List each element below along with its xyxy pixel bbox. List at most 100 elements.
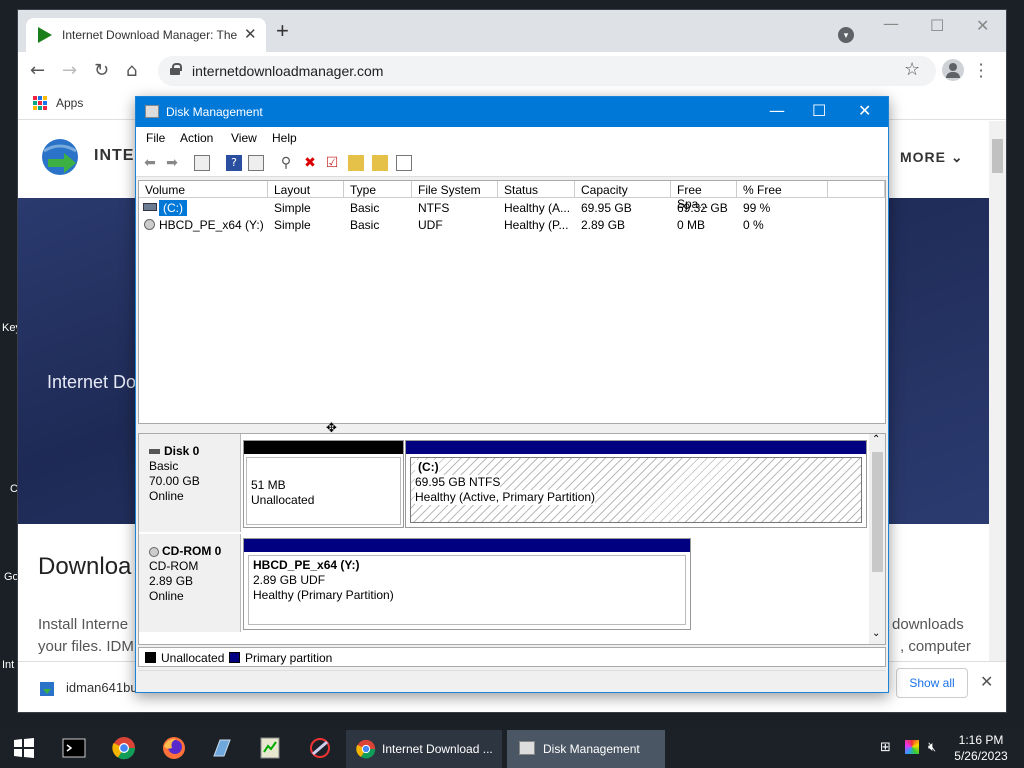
disk-kind: Basic	[149, 459, 179, 473]
disk-0-label[interactable]: Disk 0 Basic 70.00 GB Online	[139, 434, 241, 532]
scrollbar-thumb[interactable]	[992, 139, 1003, 173]
firefox-icon[interactable]	[162, 736, 186, 760]
legend-primary: Primary partition	[245, 651, 333, 665]
taskbar-task-disk-management[interactable]: Disk Management	[507, 730, 665, 768]
hbcd-partition[interactable]: HBCD_PE_x64 (Y:) 2.89 GB UDF Healthy (Pr…	[243, 538, 691, 630]
column-header[interactable]: Volume	[139, 181, 268, 198]
folder-up-icon[interactable]	[348, 155, 364, 171]
maximize-icon[interactable]: ☐	[812, 101, 826, 120]
task-manager-icon[interactable]	[258, 736, 282, 760]
volume-muted-icon[interactable]: 🔇︎	[928, 740, 936, 755]
column-header[interactable]: Free Spa...	[671, 181, 737, 211]
minimize-icon[interactable]: —	[769, 101, 785, 120]
windows-start-icon[interactable]	[12, 736, 36, 760]
close-icon[interactable]: ✕	[858, 101, 871, 120]
volume-pct-free: 0 %	[743, 218, 764, 232]
list-view-icon[interactable]	[396, 155, 412, 171]
c-drive-partition[interactable]: (C:) 69.95 GB NTFS Healthy (Active, Prim…	[405, 440, 867, 528]
column-header[interactable]: Type	[344, 181, 412, 198]
maximize-icon[interactable]: ☐	[930, 16, 944, 35]
show-hide-console-tree-icon[interactable]	[194, 155, 210, 171]
column-header[interactable]: Layout	[268, 181, 344, 198]
hero-text: Internet Do	[47, 372, 137, 392]
new-tab-button[interactable]: +	[276, 20, 289, 42]
table-row[interactable]: (C:) Simple Basic NTFS Healthy (A... 69.…	[139, 199, 885, 216]
system-clock[interactable]: 1:16 PM 5/26/2023	[950, 732, 1012, 764]
cd-rom-0-label[interactable]: CD-ROM 0 CD-ROM 2.89 GB Online	[139, 534, 241, 632]
minimize-icon[interactable]: —	[883, 14, 899, 33]
toolbar: ⬅ ➡ ? ⚲ ✖ ☑	[136, 149, 888, 177]
explorer-app-icon[interactable]	[210, 736, 234, 760]
partition-name: (C:)	[415, 460, 439, 475]
more-menu[interactable]: MORE ⌄	[900, 149, 964, 166]
folder-search-icon[interactable]	[372, 155, 388, 171]
profile-avatar-icon[interactable]	[942, 59, 964, 81]
unallocated-partition[interactable]: 51 MB Unallocated	[243, 440, 404, 528]
display-settings-icon[interactable]	[905, 740, 919, 754]
menu-action[interactable]: Action	[180, 131, 213, 145]
connect-drive-icon[interactable]: ⚲	[278, 155, 294, 171]
taskbar-task-chrome[interactable]: Internet Download ...	[346, 730, 502, 768]
column-header[interactable]: % Free	[737, 181, 828, 198]
column-header[interactable]: Capacity	[575, 181, 671, 198]
reload-icon[interactable]: ↻	[94, 60, 109, 81]
scroll-up-icon[interactable]: ⌃	[872, 434, 880, 445]
graph-scrollbar[interactable]: ⌃ ⌄	[869, 434, 885, 644]
table-row[interactable]: HBCD_PE_x64 (Y:) Simple Basic UDF Health…	[139, 216, 885, 233]
drive-icon	[143, 203, 157, 211]
back-arrow-icon[interactable]: ←	[30, 60, 45, 81]
column-header[interactable]: File System	[412, 181, 498, 198]
forward-arrow-icon[interactable]: ➡	[164, 155, 180, 171]
volume-type: Basic	[350, 218, 380, 232]
idm-logo-icon[interactable]	[38, 137, 82, 177]
volume-fs: UDF	[418, 218, 443, 232]
bookmark-star-icon[interactable]: ☆	[904, 59, 920, 80]
primary-swatch	[229, 652, 240, 663]
terminal-icon[interactable]	[62, 736, 86, 760]
show-all-button[interactable]: Show all	[896, 668, 968, 698]
address-bar[interactable]: internetdownloadmanager.com ☆	[158, 56, 936, 86]
scrollbar-thumb[interactable]	[872, 452, 883, 572]
disk-name: Disk 0	[149, 444, 240, 459]
settings-tool-icon[interactable]	[308, 736, 332, 760]
disk-size: 70.00 GB	[149, 474, 200, 488]
volume-name: HBCD_PE_x64 (Y:)	[159, 218, 264, 232]
title-bar[interactable]: Disk Management — ☐ ✕	[136, 97, 888, 127]
column-header[interactable]: Status	[498, 181, 575, 198]
apps-bookmark[interactable]: Apps	[56, 96, 83, 110]
tab-search-icon[interactable]: ▾	[838, 27, 854, 43]
browser-tab[interactable]: Internet Download Manager: The ✕	[26, 18, 266, 52]
volume-status: Healthy (A...	[504, 201, 571, 215]
menu-file[interactable]: File	[146, 131, 165, 145]
disk-graphical-view: Disk 0 Basic 70.00 GB Online 51 MB Unall…	[138, 433, 886, 645]
partition-details: 51 MB Unallocated	[246, 457, 401, 525]
download-file-name[interactable]: idman641bu	[66, 680, 138, 695]
delete-icon[interactable]: ✖	[302, 155, 318, 171]
page-scrollbar[interactable]	[989, 121, 1006, 661]
desktop-icon-label[interactable]: Go	[4, 571, 19, 583]
desktop-icon-label[interactable]: C	[10, 483, 18, 495]
close-download-shelf-icon[interactable]: ✕	[980, 672, 993, 691]
properties-icon[interactable]	[248, 155, 264, 171]
chrome-icon[interactable]	[112, 736, 136, 760]
network-icon[interactable]: ⊞	[880, 740, 891, 755]
menu-help[interactable]: Help	[272, 131, 297, 145]
pane-splitter[interactable]: ✥	[138, 420, 886, 435]
close-icon[interactable]: ✕	[976, 16, 989, 35]
menu-bar: File Action View Help	[136, 127, 888, 149]
lock-icon	[170, 63, 182, 75]
task-label: Internet Download ...	[382, 742, 493, 756]
volume-list: Volume Layout Type File System Status Ca…	[138, 180, 886, 424]
help-icon[interactable]: ?	[226, 155, 242, 171]
scroll-down-icon[interactable]: ⌄	[872, 628, 880, 639]
chrome-menu-icon[interactable]: · · ·	[976, 57, 986, 85]
tab-close-icon[interactable]: ✕	[244, 25, 257, 43]
apps-grid-icon[interactable]	[33, 96, 47, 110]
url-text[interactable]: internetdownloadmanager.com	[192, 63, 383, 79]
desktop-icon-label[interactable]: Int	[2, 659, 14, 671]
menu-view[interactable]: View	[231, 131, 257, 145]
back-arrow-icon[interactable]: ⬅	[142, 155, 158, 171]
forward-arrow-icon[interactable]: →	[62, 60, 77, 81]
checklist-icon[interactable]: ☑	[324, 155, 340, 171]
home-icon[interactable]: ⌂	[126, 60, 137, 81]
